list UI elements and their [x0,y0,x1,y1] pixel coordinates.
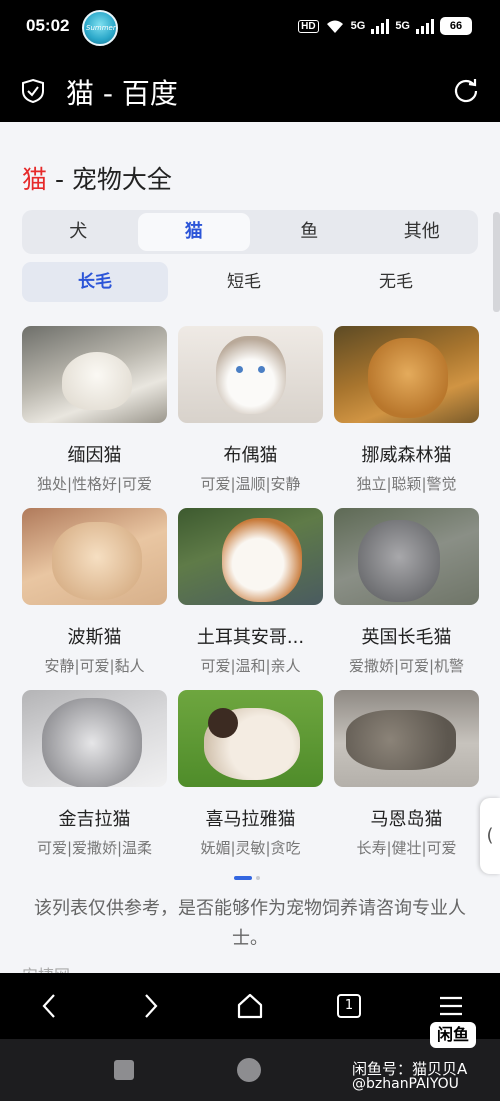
breed-name: 缅因猫 [67,445,122,466]
breed-name: 土耳其安哥... [196,627,305,648]
status-time: 05:02 [26,16,70,35]
pager-dot-active[interactable] [234,876,252,880]
page-content[interactable]: 猫 - 宠物大全 犬 猫 鱼 其他 长毛 短毛 无毛 缅因猫 独处|性格好|可爱… [0,122,500,973]
breed-item[interactable]: 挪威森林猫 独立|聪颖|警觉 [334,326,479,494]
hd-icon: HD [298,19,319,33]
page-scrollbar[interactable] [493,212,500,312]
tab-long-hair[interactable]: 长毛 [22,262,168,302]
tab-other[interactable]: 其他 [366,210,479,254]
menu-icon[interactable] [436,991,466,1021]
category-tabs: 犬 猫 鱼 其他 [22,210,478,254]
breed-name: 喜马拉雅猫 [205,809,296,830]
breed-item[interactable]: 英国长毛猫 爱撒娇|可爱|机警 [334,508,479,676]
tabs-count-button[interactable]: 1 [337,994,361,1018]
refresh-icon[interactable] [452,76,480,104]
battery-icon: 66 [440,17,472,35]
tab-cat[interactable]: 猫 [137,213,250,251]
wifi-icon [326,20,343,33]
breed-tags: 独立|聪颖|警觉 [356,475,457,493]
tab-fish[interactable]: 鱼 [253,210,366,254]
app-notification-icon [82,10,118,46]
fur-tabs: 长毛 短毛 无毛 [22,262,478,302]
tab-short-hair[interactable]: 短毛 [168,262,320,302]
pager-dot[interactable] [256,876,260,880]
breed-photo[interactable] [178,326,323,423]
browser-toolbar: 1 [0,973,500,1039]
breed-name: 挪威森林猫 [361,445,452,466]
watermark-logo: 闲鱼 [430,1022,476,1048]
forward-icon[interactable] [135,991,165,1021]
source-text: 安捷网 [22,962,70,973]
card-title: 猫 - 宠物大全 [22,160,172,196]
breed-tags: 安静|可爱|黏人 [44,657,145,675]
breed-item[interactable]: 布偶猫 可爱|温顺|安静 [178,326,323,494]
breed-name: 英国长毛猫 [361,627,452,648]
page-title: 猫 - 百度 [66,77,178,110]
signal-icon-2 [416,18,434,34]
recents-icon[interactable] [114,1060,134,1080]
watermark-handle: @bzhanPAIYOU [352,1076,459,1092]
tab-dog[interactable]: 犬 [22,210,135,254]
breed-tags: 可爱|温和|亲人 [200,657,301,675]
breed-photo[interactable] [22,508,167,605]
network-5g-label-2: 5G [395,20,410,32]
breed-photo[interactable] [22,690,167,787]
shield-icon[interactable] [20,78,46,104]
card-title-rest: - 宠物大全 [47,165,172,194]
breed-tags: 可爱|温顺|安静 [200,475,301,493]
disclaimer-text: 该列表仅供参考，是否能够作为宠物饲养请咨询专业人士。 [34,898,466,949]
breed-name: 波斯猫 [67,627,122,648]
back-icon[interactable] [35,991,65,1021]
breed-item[interactable]: 喜马拉雅猫 妩媚|灵敏|贪吃 [178,690,323,858]
breed-photo[interactable] [22,326,167,423]
breed-photo[interactable] [178,508,323,605]
side-panel-handle[interactable]: ( [480,798,500,874]
status-bar: 05:02 HD 5G 5G 66 [0,0,500,58]
breed-tags: 长寿|健壮|可爱 [356,839,457,857]
breed-tags: 妩媚|灵敏|贪吃 [200,839,301,857]
carousel-pager[interactable] [234,876,260,880]
breed-name: 布偶猫 [223,445,278,466]
breed-photo[interactable] [334,508,479,605]
breed-photo[interactable] [178,690,323,787]
home-icon[interactable] [235,991,265,1021]
breed-item[interactable]: 金吉拉猫 可爱|爱撒娇|温柔 [22,690,167,858]
status-icons: HD 5G 5G 66 [298,17,472,35]
breed-item[interactable]: 缅因猫 独处|性格好|可爱 [22,326,167,494]
breed-tags: 可爱|爱撒娇|温柔 [36,839,153,857]
system-home-icon[interactable] [237,1058,261,1082]
browser-header: 猫 - 百度 [0,58,500,122]
breed-name: 金吉拉猫 [58,809,131,830]
tab-hairless[interactable]: 无毛 [320,262,472,302]
breed-item[interactable]: 马恩岛猫 长寿|健壮|可爱 [334,690,479,858]
network-5g-label-1: 5G [350,20,366,32]
signal-icon [371,18,390,34]
breed-item[interactable]: 土耳其安哥... 可爱|温和|亲人 [178,508,323,676]
breed-tags: 独处|性格好|可爱 [36,475,153,493]
breed-tags: 爱撒娇|可爱|机警 [348,657,465,675]
breed-item[interactable]: 波斯猫 安静|可爱|黏人 [22,508,167,676]
breed-photo[interactable] [334,690,479,787]
card-title-keyword: 猫 [22,165,48,194]
breed-name: 马恩岛猫 [370,809,443,830]
breed-photo[interactable] [334,326,479,423]
